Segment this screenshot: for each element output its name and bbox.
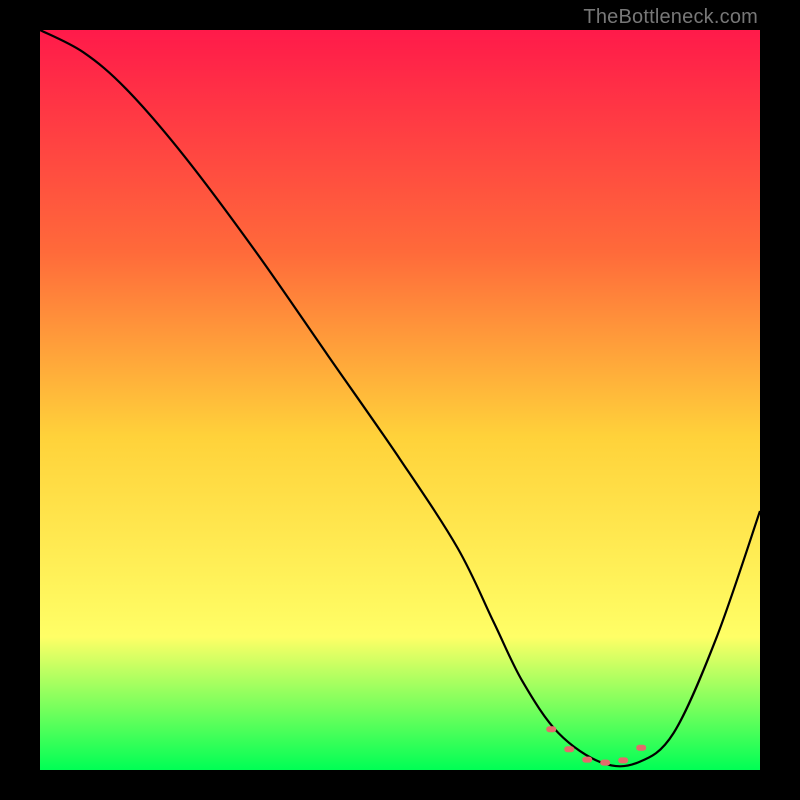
optimal-marker bbox=[636, 745, 646, 751]
gradient-background bbox=[40, 30, 760, 770]
plot-area bbox=[40, 30, 760, 770]
chart-svg bbox=[40, 30, 760, 770]
optimal-marker bbox=[618, 757, 628, 763]
optimal-marker bbox=[600, 760, 610, 766]
optimal-marker bbox=[546, 726, 556, 732]
optimal-marker bbox=[564, 746, 574, 752]
optimal-marker bbox=[582, 757, 592, 763]
watermark-text: TheBottleneck.com bbox=[583, 6, 758, 29]
chart-container: TheBottleneck.com bbox=[0, 0, 800, 800]
